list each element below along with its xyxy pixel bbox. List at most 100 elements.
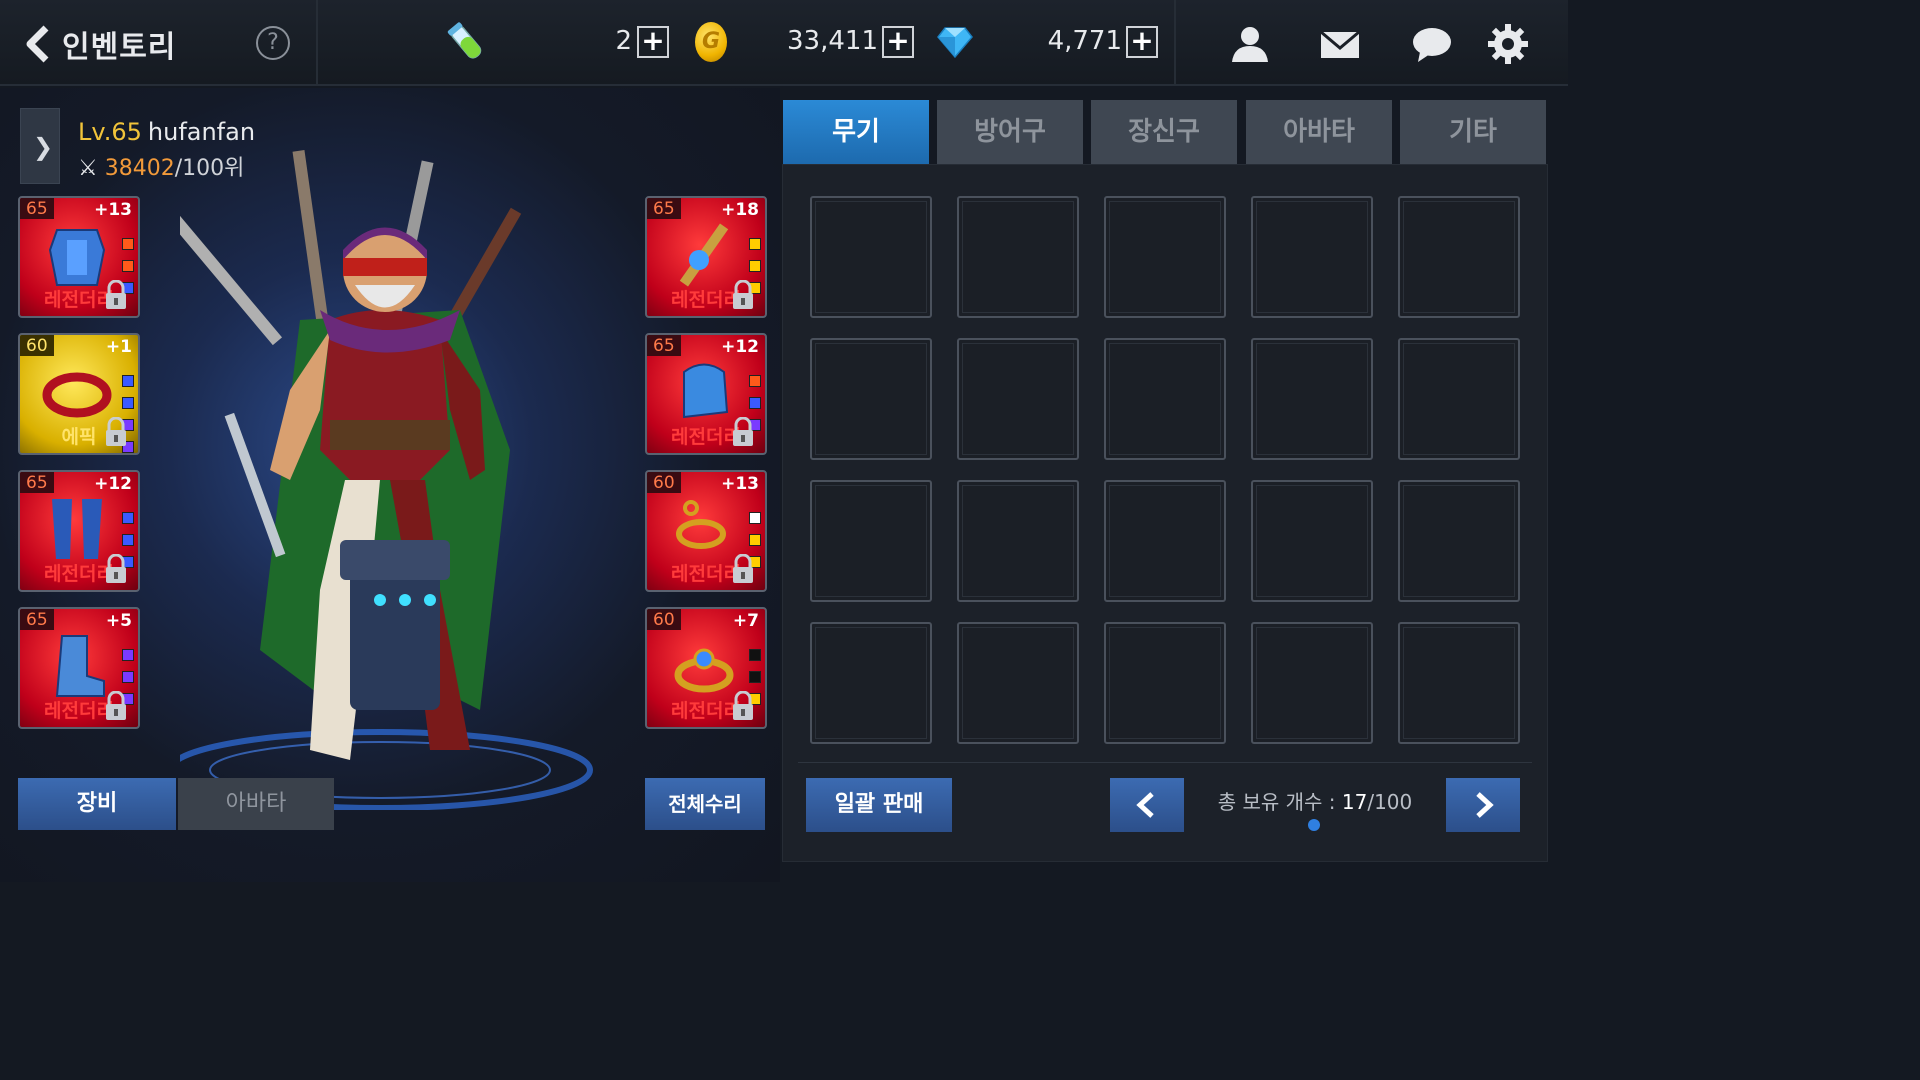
equipment-slot-boots[interactable]: 65 +5 레전더리 — [18, 607, 140, 729]
page-title: 인벤토리 — [62, 30, 177, 65]
divider — [316, 0, 318, 86]
lock-icon — [733, 417, 753, 446]
chevron-left-icon — [1136, 792, 1154, 818]
inventory-cell[interactable] — [1398, 622, 1520, 744]
equipment-slot-weapon[interactable]: 65 +18 레전더리 — [645, 196, 767, 318]
gauntlet-icon — [683, 363, 729, 419]
lock-icon — [733, 280, 753, 309]
lock-icon — [733, 554, 753, 583]
chevron-right-icon — [1476, 792, 1494, 818]
inventory-cell[interactable] — [1104, 622, 1226, 744]
inventory-cell[interactable] — [1398, 338, 1520, 460]
ring-icon — [674, 648, 734, 693]
inventory-cell[interactable] — [810, 338, 932, 460]
item-enhance-level: +12 — [94, 474, 132, 494]
tab-misc[interactable]: 기타 — [1400, 100, 1546, 164]
item-enhance-level: +13 — [721, 474, 759, 494]
item-enhance-level: +18 — [721, 200, 759, 220]
socket-gem — [749, 671, 761, 683]
item-level: 65 — [20, 609, 54, 630]
mail-icon[interactable] — [1318, 22, 1362, 66]
tab-weapons[interactable]: 무기 — [783, 100, 929, 164]
weapon-icon — [679, 223, 729, 287]
character-model — [180, 150, 593, 810]
rank-value: 38402 — [104, 156, 175, 181]
expand-button[interactable]: ❯ — [20, 108, 60, 184]
item-level: 65 — [20, 198, 54, 219]
add-gold-button[interactable]: + — [882, 26, 914, 58]
item-enhance-level: +1 — [105, 337, 132, 357]
inventory-cell[interactable] — [1251, 196, 1373, 318]
gold-value: 33,411 — [787, 26, 878, 56]
socket-gem — [749, 512, 761, 524]
inventory-cell[interactable] — [1251, 338, 1373, 460]
item-level: 60 — [647, 472, 681, 493]
inventory-cell[interactable] — [1398, 480, 1520, 602]
inventory-cell[interactable] — [957, 196, 1079, 318]
player-rank: ⚔ 38402/100위 — [78, 150, 244, 182]
add-stamina-button[interactable]: + — [637, 26, 669, 58]
socket-gem — [122, 534, 134, 546]
inventory-cell[interactable] — [810, 622, 932, 744]
next-page-button[interactable] — [1446, 778, 1520, 832]
repair-all-button[interactable]: 전체수리 — [645, 778, 765, 830]
gem-value: 4,771 — [1047, 26, 1122, 56]
socket-gem — [749, 397, 761, 409]
inventory-cell[interactable] — [1104, 480, 1226, 602]
equipment-slot-earring[interactable]: 60 +13 레전더리 — [645, 470, 767, 592]
inventory-cell[interactable] — [957, 480, 1079, 602]
player-info: Lv.65 hufanfan — [78, 118, 255, 146]
inventory-cell[interactable] — [1104, 338, 1226, 460]
equipment-slot-ring[interactable]: 60 +7 레전더리 — [645, 607, 767, 729]
bulk-sell-button[interactable]: 일괄 판매 — [806, 778, 952, 832]
equipment-slot-chest-armor[interactable]: 65 +13 레전더리 — [18, 196, 140, 318]
tab-avatar[interactable]: 아바타 — [1246, 100, 1392, 164]
divider — [798, 762, 1532, 763]
page-indicator-dot — [1308, 819, 1320, 831]
inventory-cell[interactable] — [1398, 196, 1520, 318]
tab-avatar-view[interactable]: 아바타 — [178, 778, 334, 830]
rank-suffix: /100위 — [174, 156, 245, 181]
tab-equipment[interactable]: 장비 — [18, 778, 176, 830]
help-button[interactable]: ? — [256, 26, 290, 60]
player-name: hufanfan — [147, 118, 256, 146]
equipment-slot-leg-armor[interactable]: 65 +12 레전더리 — [18, 470, 140, 592]
inventory-cell[interactable] — [957, 338, 1079, 460]
lock-icon — [733, 691, 753, 720]
player-level: Lv.65 — [78, 118, 142, 146]
gear-icon[interactable] — [1486, 22, 1530, 66]
item-count-max: /100 — [1367, 790, 1413, 814]
socket-gem — [749, 260, 761, 272]
inventory-cell[interactable] — [810, 196, 932, 318]
item-enhance-level: +7 — [732, 611, 759, 631]
boots-icon — [55, 635, 105, 697]
friends-icon[interactable] — [1228, 22, 1272, 66]
gem-icon — [937, 27, 973, 59]
stamina-value: 2 — [615, 26, 632, 56]
leg-armor-icon — [52, 499, 102, 559]
socket-gem — [122, 512, 134, 524]
stamina-vial-icon — [447, 22, 482, 59]
socket-gem — [122, 238, 134, 250]
inventory-cell[interactable] — [1251, 480, 1373, 602]
tab-armor[interactable]: 방어구 — [937, 100, 1083, 164]
equipment-slot-necklace[interactable]: 60 +1 에픽 — [18, 333, 140, 455]
tab-accessories[interactable]: 장신구 — [1091, 100, 1237, 164]
lock-icon — [106, 554, 126, 583]
lock-icon — [106, 691, 126, 720]
back-icon[interactable] — [22, 24, 54, 64]
inventory-cell[interactable] — [957, 622, 1079, 744]
top-bar: 인벤토리 ? 2 + G 33,411 + 4,771 + — [0, 0, 1568, 86]
item-enhance-level: +12 — [721, 337, 759, 357]
lock-icon — [106, 280, 126, 309]
inventory-cell[interactable] — [810, 480, 932, 602]
add-gem-button[interactable]: + — [1126, 26, 1158, 58]
item-level: 65 — [647, 335, 681, 356]
item-level: 60 — [20, 335, 54, 356]
equipment-slot-gauntlet[interactable]: 65 +12 레전더리 — [645, 333, 767, 455]
prev-page-button[interactable] — [1110, 778, 1184, 832]
inventory-cell[interactable] — [1251, 622, 1373, 744]
chat-icon[interactable] — [1410, 22, 1454, 66]
divider — [1174, 0, 1176, 86]
inventory-cell[interactable] — [1104, 196, 1226, 318]
